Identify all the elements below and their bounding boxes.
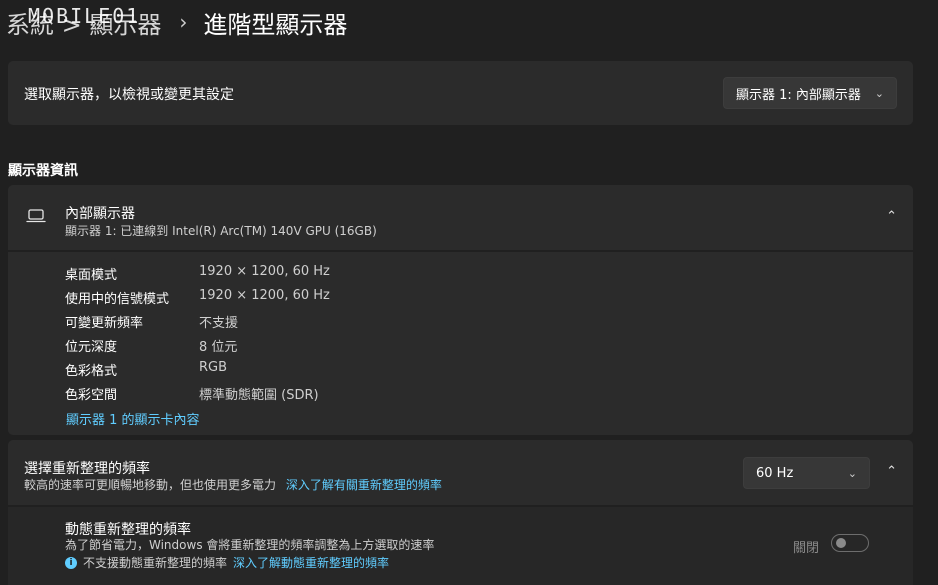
laptop-icon: [26, 208, 46, 228]
info-key: 色彩空間: [65, 388, 118, 403]
dynamic-refresh-toggle[interactable]: [831, 534, 869, 552]
toggle-knob: [836, 538, 846, 548]
info-key: 可變更新頻率: [65, 316, 144, 331]
refresh-rate-subtitle: 較高的速率可更順暢地移動，但也使用更多電力 深入了解有關重新整理的頻率: [24, 476, 442, 493]
select-display-card: 選取顯示器，以檢視或變更其設定 顯示器 1: 內部顯示器 ⌄: [8, 61, 913, 125]
info-value: RGB: [199, 360, 228, 375]
info-value: 標準動態範圍 (SDR): [199, 388, 319, 403]
refresh-rate-header: 選擇重新整理的頻率 較高的速率可更順暢地移動，但也使用更多電力 深入了解有關重新…: [8, 440, 913, 505]
select-display-label: 選取顯示器，以檢視或變更其設定: [24, 87, 234, 103]
info-key: 使用中的信號模式: [65, 292, 170, 307]
info-row: 色彩格式 RGB: [65, 360, 227, 379]
info-value: 8 位元: [199, 340, 238, 355]
info-key: 色彩格式: [65, 364, 118, 379]
dynamic-refresh-subtitle: 為了節省電力，Windows 會將重新整理的頻率調整為上方選取的速率: [65, 538, 435, 552]
chevron-up-icon[interactable]: ⌃: [886, 464, 897, 479]
display-select-dropdown[interactable]: 顯示器 1: 內部顯示器 ⌄: [723, 77, 897, 109]
info-row: 桌面模式 1920 × 1200, 60 Hz: [65, 264, 330, 283]
info-row: 可變更新頻率 不支援: [65, 312, 238, 331]
display-select-value: 顯示器 1: 內部顯示器: [736, 87, 861, 103]
refresh-rate-learn-more-link[interactable]: 深入了解有關重新整理的頻率: [286, 478, 442, 492]
refresh-rate-value: 60 Hz: [756, 465, 794, 481]
info-key: 位元深度: [65, 340, 118, 355]
watermark-logo: MOBILE01: [28, 4, 141, 28]
info-row: 使用中的信號模式 1920 × 1200, 60 Hz: [65, 288, 330, 307]
breadcrumb-separator-icon: ›: [179, 10, 188, 34]
refresh-rate-dropdown[interactable]: 60 Hz ⌄: [743, 457, 870, 489]
refresh-rate-description: 較高的速率可更順暢地移動，但也使用更多電力: [24, 478, 277, 492]
chevron-down-icon: ⌄: [847, 466, 857, 480]
display-adapter-properties-link[interactable]: 顯示器 1 的顯示卡內容: [66, 409, 200, 428]
info-row: 位元深度 8 位元: [65, 336, 237, 355]
info-key: 桌面模式: [65, 268, 118, 283]
info-icon: i: [65, 556, 77, 569]
display-info-body: 桌面模式 1920 × 1200, 60 Hz 使用中的信號模式 1920 × …: [8, 252, 913, 435]
info-value: 不支援: [199, 316, 239, 331]
dynamic-refresh-note-text: 不支援動態重新整理的頻率: [83, 556, 228, 570]
info-row: 色彩空間 標準動態範圍 (SDR): [65, 384, 319, 403]
section-title: 顯示器資訊: [8, 163, 78, 179]
refresh-rate-title: 選擇重新整理的頻率: [24, 461, 150, 477]
info-value: 1920 × 1200, 60 Hz: [199, 264, 330, 279]
dynamic-refresh-note: i 不支援動態重新整理的頻率 深入了解動態重新整理的頻率: [65, 554, 389, 571]
chevron-down-icon: ⌄: [874, 86, 884, 100]
page-title: 進階型顯示器: [203, 10, 348, 39]
display-info-header[interactable]: 內部顯示器 顯示器 1: 已連線到 Intel(R) Arc(TM) 140V …: [8, 185, 913, 250]
display-subtitle: 顯示器 1: 已連線到 Intel(R) Arc(TM) 140V GPU (1…: [65, 224, 377, 238]
toggle-state-label: 關閉: [792, 541, 819, 556]
chevron-up-icon[interactable]: ⌃: [886, 209, 897, 224]
display-title: 內部顯示器: [65, 206, 135, 222]
dynamic-refresh-learn-more-link[interactable]: 深入了解動態重新整理的頻率: [233, 554, 389, 571]
dynamic-refresh-card: 動態重新整理的頻率 為了節省電力，Windows 會將重新整理的頻率調整為上方選…: [8, 507, 913, 585]
info-value: 1920 × 1200, 60 Hz: [199, 288, 330, 303]
